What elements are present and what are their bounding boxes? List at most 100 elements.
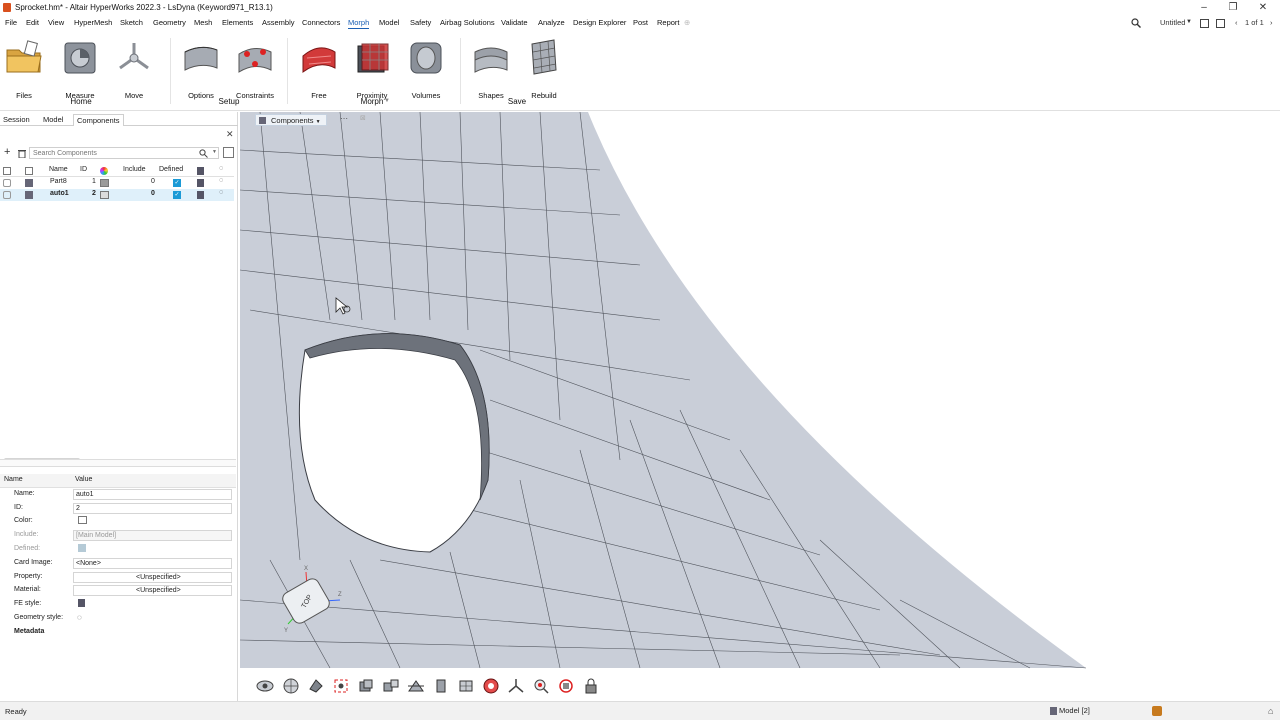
isolate-icon[interactable] [382,677,400,695]
col-id[interactable]: ID [80,166,87,173]
rotate-view-icon[interactable] [557,677,575,695]
menu-geometry[interactable]: Geometry [153,18,186,27]
menu-hypermesh[interactable]: HyperMesh [74,18,112,27]
geometry-style-icon[interactable]: ◌ [219,177,223,184]
fe-style-icon[interactable] [78,599,85,608]
menu-elements[interactable]: Elements [222,18,253,27]
view-orientation-icon[interactable] [256,677,274,695]
fe-style-icon[interactable] [197,191,204,199]
next-page-icon[interactable]: › [1270,18,1273,27]
menu-assembly[interactable]: Assembly [262,18,295,27]
color-swatch[interactable] [78,516,87,525]
row-color-swatch[interactable] [100,179,109,187]
chevron-down-icon[interactable]: ▼ [384,98,390,104]
constraints-tool[interactable]: Constraints [235,38,275,100]
visibility-header-icon[interactable] [3,167,11,175]
options-tool[interactable]: Options [181,38,221,100]
row-color-swatch[interactable] [100,191,109,199]
session-dropdown[interactable]: Untitled [1160,18,1185,27]
entity-style-icon[interactable] [457,677,475,695]
include-select[interactable]: [Main Model] [73,530,232,542]
notification-icon[interactable]: ⌂ [1268,706,1273,716]
chevron-down-icon[interactable]: ▼ [1186,19,1192,25]
search-icon[interactable] [1131,18,1141,28]
lock-view-icon[interactable] [582,677,600,695]
new-page-icon[interactable] [1216,19,1225,28]
table-row[interactable]: Part8 1 0 ✓ ◌ [0,177,234,189]
menu-view[interactable]: View [48,18,64,27]
close-view-icon[interactable]: ⊠ [360,114,366,122]
menu-model[interactable]: Model [379,18,399,27]
property-field[interactable]: <Unspecified> [73,571,232,583]
menu-safety[interactable]: Safety [410,18,431,27]
section-cut-icon[interactable] [407,677,425,695]
graphics-viewport[interactable]: TOP X Y Z [240,112,1280,670]
menu-airbag-solutions[interactable]: Airbag Solutions [440,18,495,27]
menu-post[interactable]: Post [633,18,648,27]
files-tool[interactable]: Files [4,38,44,100]
entity-header-icon[interactable] [25,167,33,175]
sphere-view-icon[interactable] [282,677,300,695]
move-tool[interactable]: Move [114,38,154,100]
volumes-tool[interactable]: Volumes [406,38,446,100]
row-defined-checkbox[interactable]: ✓ [173,191,181,199]
menu-design-explorer[interactable]: Design Explorer [573,18,626,27]
metadata-label[interactable]: Metadata [14,628,44,635]
mesh-view[interactable] [240,112,1280,670]
viewport-browser-dropdown[interactable]: Components ▼ [255,114,327,126]
close-panel-icon[interactable]: ✕ [226,129,234,140]
table-row[interactable]: auto1 2 0 ✓ ◌ [0,189,234,201]
col-include[interactable]: Include [123,166,146,173]
measure-tool[interactable]: Measure [60,38,100,100]
model-status[interactable]: Model [2] [1050,706,1090,716]
search-icon[interactable] [199,149,208,158]
mask-icon[interactable] [357,677,375,695]
material-field[interactable]: <Unspecified> [73,585,232,597]
menu-morph[interactable]: Morph [348,18,370,29]
row-name[interactable]: Part8 [50,178,67,185]
menu-validate[interactable]: Validate [501,18,528,27]
view-cube[interactable]: TOP X Y Z [278,552,348,642]
free-tool[interactable]: Free [299,38,339,100]
add-ribbon-icon[interactable]: ⊕ [684,18,690,27]
panel-splitter[interactable] [0,459,236,467]
col-name[interactable]: Name [49,166,68,173]
geometry-style-icon[interactable]: ◌ [77,613,82,622]
more-options-icon[interactable]: ⋯ [340,114,348,123]
search-input[interactable] [30,148,200,159]
axis-triad-icon[interactable] [507,677,525,695]
tab-session[interactable]: Session [0,114,33,126]
defined-checkbox[interactable] [78,543,86,552]
id-field[interactable]: 2 [73,502,232,514]
tab-components[interactable]: Components [73,114,124,126]
add-icon[interactable]: + [4,146,10,158]
fe-style-header-icon[interactable] [197,167,204,175]
card-image-select[interactable]: <None> [73,557,232,569]
visibility-icon[interactable] [3,191,11,199]
maximize-button[interactable]: ❐ [1225,1,1241,14]
rebuild-tool[interactable]: Rebuild [524,38,564,100]
name-field[interactable]: auto1 [73,488,232,500]
prev-page-icon[interactable]: ‹ [1235,18,1238,27]
minimize-button[interactable]: – [1196,1,1212,14]
color-wheel-icon[interactable] [100,167,108,175]
geometry-style-header-icon[interactable]: ◌ [219,165,223,172]
visibility-icon[interactable] [3,179,11,187]
shapes-tool[interactable]: Shapes [471,38,511,100]
menu-report[interactable]: Report [657,18,680,27]
window-layout-icon[interactable] [1200,19,1209,28]
proximity-tool[interactable]: Proximity [352,38,392,100]
menu-sketch[interactable]: Sketch [120,18,143,27]
close-button[interactable]: ✕ [1255,1,1271,14]
shaded-view-icon[interactable] [307,677,325,695]
zoom-icon[interactable] [532,677,550,695]
menu-analyze[interactable]: Analyze [538,18,565,27]
menu-connectors[interactable]: Connectors [302,18,340,27]
tab-model[interactable]: Model [40,114,66,126]
fit-view-icon[interactable] [332,677,350,695]
delete-icon[interactable] [18,149,26,158]
menu-mesh[interactable]: Mesh [194,18,212,27]
chevron-down-icon[interactable]: ▼ [212,149,217,155]
row-defined-checkbox[interactable]: ✓ [173,179,181,187]
row-name[interactable]: auto1 [50,190,69,197]
